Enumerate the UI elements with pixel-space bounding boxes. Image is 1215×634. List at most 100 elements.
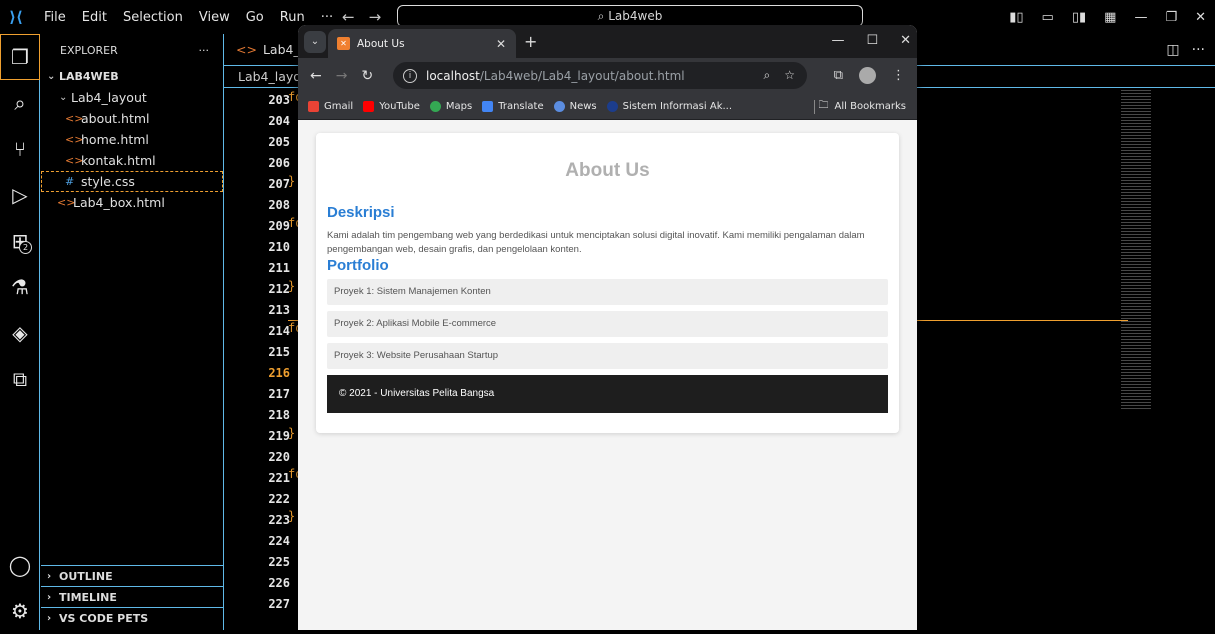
chrome-tab-about[interactable]: ✕ About Us ✕ xyxy=(328,29,516,58)
line-number: 223 xyxy=(268,513,290,527)
tree-folder-lab4-layout[interactable]: ⌄ Lab4_layout xyxy=(41,87,223,108)
search-view-icon[interactable]: ⌕ xyxy=(0,80,40,126)
address-bar[interactable]: i localhost/Lab4web/Lab4_layout/about.ht… xyxy=(393,62,807,89)
more-actions-icon[interactable]: ··· xyxy=(1192,42,1205,58)
forward-arrow-icon[interactable]: → xyxy=(369,8,382,26)
menu-run[interactable]: Run xyxy=(272,10,313,25)
university-logo-icon xyxy=(606,100,618,112)
restore-window-icon[interactable]: ❐ xyxy=(1156,10,1186,25)
page-footer: © 2021 - Universitas Pelita Bangsa xyxy=(327,375,888,413)
line-number: 203 xyxy=(268,93,290,107)
toggle-panel-icon[interactable]: ▭ xyxy=(1033,10,1063,25)
minimize-icon[interactable]: — xyxy=(831,33,844,48)
code-fragment: } xyxy=(288,174,296,188)
file-label: about.html xyxy=(81,111,150,126)
menu-file[interactable]: File xyxy=(36,10,74,25)
description-heading: Deskripsi xyxy=(327,204,395,221)
close-tab-icon[interactable]: ✕ xyxy=(496,37,506,51)
maps-icon xyxy=(429,100,441,112)
bookmark-youtube[interactable]: YouTube xyxy=(363,100,420,112)
bookmarks-bar: Gmail YouTube Maps Translate News Sistem… xyxy=(298,93,917,120)
all-bookmarks[interactable]: 🗀 All Bookmarks xyxy=(819,98,906,115)
bookmark-star-icon[interactable]: ☆ xyxy=(784,68,795,83)
customize-layout-icon[interactable]: ▦ xyxy=(1095,10,1125,25)
account-icon[interactable]: ◯ xyxy=(0,542,40,588)
layers-icon[interactable]: ◈ xyxy=(0,310,40,356)
tree-root-folder[interactable]: ⌄ LAB4WEB xyxy=(41,66,223,87)
folder-label: Lab4_layout xyxy=(71,90,147,105)
menu-edit[interactable]: Edit xyxy=(74,10,115,25)
bookmark-maps[interactable]: Maps xyxy=(429,100,472,112)
line-number: 208 xyxy=(268,198,290,212)
chrome-window: ⌄ ✕ About Us ✕ + — ☐ ✕ ← → ↻ i localhost… xyxy=(298,25,917,633)
bookmark-translate[interactable]: Translate xyxy=(482,100,544,112)
page-title: About Us xyxy=(565,160,650,181)
bookmark-sistem-informasi[interactable]: Sistem Informasi Ak... xyxy=(606,100,732,112)
extensions-icon[interactable]: ⊞ 2 xyxy=(0,218,40,264)
settings-gear-icon[interactable]: ⚙ xyxy=(0,588,40,634)
chevron-right-icon: › xyxy=(47,591,52,603)
editor-actions: ◫ ··· xyxy=(1166,42,1205,58)
gmail-icon xyxy=(308,100,319,112)
minimap[interactable] xyxy=(1121,90,1151,410)
tree-file-kontak[interactable]: <> kontak.html xyxy=(41,150,223,171)
line-number: 224 xyxy=(268,534,290,548)
portfolio-list: Proyek 1: Sistem Manajemen Konten Proyek… xyxy=(327,279,888,369)
testing-icon[interactable]: ⚗ xyxy=(0,264,40,310)
line-number: 207 xyxy=(268,177,290,191)
section-vscode-pets[interactable]: › VS CODE PETS xyxy=(41,607,224,628)
explorer-icon[interactable]: ❐ xyxy=(0,34,40,80)
section-timeline[interactable]: › TIMELINE xyxy=(41,586,224,607)
tree-file-style[interactable]: # style.css xyxy=(41,171,223,192)
command-center-label: Lab4web xyxy=(608,9,663,23)
back-arrow-icon[interactable]: ← xyxy=(342,8,355,26)
chrome-menu-icon[interactable]: ⋮ xyxy=(892,68,905,83)
close-window-icon[interactable]: ✕ xyxy=(1186,10,1215,25)
bookmark-news[interactable]: News xyxy=(553,100,597,112)
chevron-right-icon: › xyxy=(47,612,52,624)
tree-file-home[interactable]: <> home.html xyxy=(41,129,223,150)
chevron-down-icon: ⌄ xyxy=(59,92,68,103)
new-tab-icon[interactable]: + xyxy=(524,32,537,51)
chrome-toolbar: ← → ↻ i localhost/Lab4web/Lab4_layout/ab… xyxy=(298,58,917,93)
run-debug-icon[interactable]: ▷ xyxy=(0,172,40,218)
back-icon[interactable]: ← xyxy=(310,68,322,84)
tree-file-lab4-box[interactable]: <> Lab4_box.html xyxy=(41,192,223,213)
profile-avatar[interactable] xyxy=(859,67,876,84)
toggle-secondary-sidebar-icon[interactable]: ▯▮ xyxy=(1063,10,1095,25)
split-editor-icon[interactable]: ◫ xyxy=(1166,42,1179,58)
chrome-nav: ← → ↻ xyxy=(298,68,373,84)
bookmark-gmail[interactable]: Gmail xyxy=(308,100,353,112)
explorer-title: EXPLORER xyxy=(60,43,118,57)
menu-more[interactable]: ··· xyxy=(313,10,341,25)
tree-file-about[interactable]: <> about.html xyxy=(41,108,223,129)
forward-icon[interactable]: → xyxy=(336,68,348,84)
bookmark-label: Translate xyxy=(498,100,544,112)
minimize-window-icon[interactable]: — xyxy=(1125,10,1156,25)
extensions-puzzle-icon[interactable]: ⧉ xyxy=(834,68,843,83)
toggle-sidebar-icon[interactable]: ▮▯ xyxy=(1000,10,1032,25)
section-outline[interactable]: › OUTLINE xyxy=(41,565,224,586)
maximize-icon[interactable]: ☐ xyxy=(866,33,878,48)
youtube-icon xyxy=(363,100,375,112)
close-icon[interactable]: ✕ xyxy=(900,33,911,48)
line-number: 218 xyxy=(268,408,290,422)
zoom-icon[interactable]: ⌕ xyxy=(764,68,771,83)
all-bookmarks-label: All Bookmarks xyxy=(834,100,906,112)
reload-icon[interactable]: ↻ xyxy=(361,68,373,84)
command-center[interactable]: ⌕ Lab4web xyxy=(397,5,863,27)
bookmark-separator xyxy=(814,100,815,114)
source-control-icon[interactable]: ⑂ xyxy=(0,126,40,172)
menu-selection[interactable]: Selection xyxy=(115,10,191,25)
file-label: style.css xyxy=(81,174,135,189)
remote-explorer-icon[interactable]: ⧉ xyxy=(0,356,40,402)
menu-view[interactable]: View xyxy=(191,10,238,25)
explorer-more-button[interactable]: ··· xyxy=(199,44,210,57)
tab-search-icon[interactable]: ⌄ xyxy=(304,30,326,53)
line-number: 215 xyxy=(268,345,290,359)
titlebar-controls: ▮▯ ▭ ▯▮ ▦ — ❐ ✕ xyxy=(1000,0,1215,34)
url-path: /Lab4web/Lab4_layout/about.html xyxy=(479,68,685,83)
site-info-icon[interactable]: i xyxy=(403,68,417,83)
line-number: 222 xyxy=(268,492,290,506)
menu-go[interactable]: Go xyxy=(238,10,272,25)
